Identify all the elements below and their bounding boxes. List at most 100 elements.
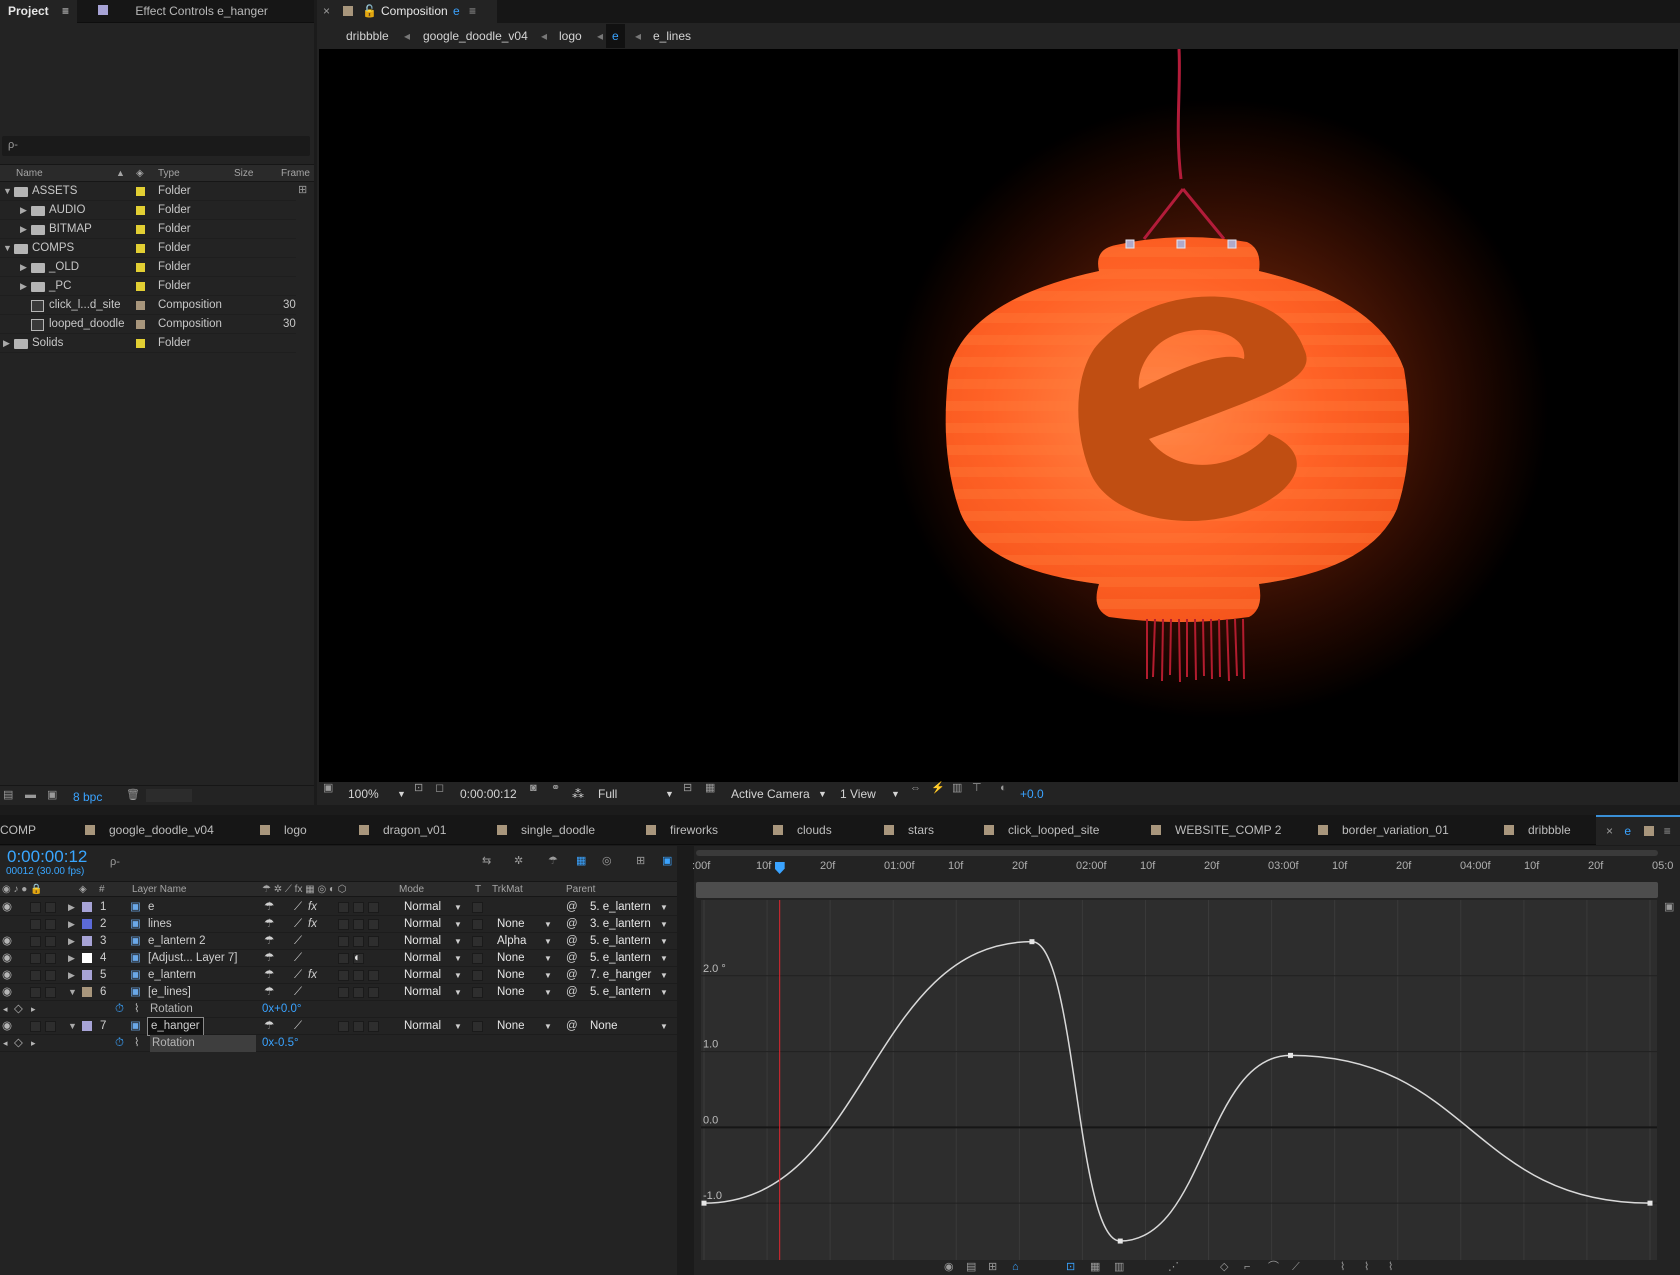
keyframe-icon[interactable]: ◇ (14, 1001, 23, 1018)
graph-keyframe[interactable] (1117, 1238, 1123, 1244)
pick-whip-icon[interactable]: @ (566, 984, 578, 1001)
shy-switch-icon[interactable]: ☂ (264, 1018, 274, 1035)
frame-blend-switch[interactable] (338, 1021, 349, 1032)
label-color-swatch[interactable] (136, 282, 145, 291)
chevron-down-icon[interactable]: ▼ (454, 984, 462, 1001)
blend-mode-select[interactable]: Normal (404, 1018, 441, 1035)
project-item[interactable]: ▶ _PC Folder (0, 277, 296, 296)
chevron-down-icon[interactable]: ▼ (660, 1018, 668, 1035)
chevron-down-icon[interactable]: ▼ (544, 967, 552, 984)
preserve-transparency-toggle[interactable] (472, 936, 483, 947)
disclosure-closed-icon[interactable]: ▶ (20, 220, 27, 239)
layer-label-swatch[interactable] (82, 953, 92, 963)
timeline-tab[interactable]: dribbble (1504, 815, 1571, 845)
chevron-down-icon[interactable]: ▼ (544, 984, 552, 1001)
column-layer-name[interactable]: Layer Name (132, 884, 186, 895)
motion-blur-switch[interactable] (353, 1021, 364, 1032)
3d-layer-switch[interactable] (368, 936, 379, 947)
layer-label-swatch[interactable] (82, 987, 92, 997)
3d-layer-switch[interactable] (368, 919, 379, 930)
chevron-down-icon[interactable]: ▼ (660, 916, 668, 933)
disclosure-closed-icon[interactable]: ▶ (68, 933, 75, 950)
preserve-transparency-toggle[interactable] (472, 987, 483, 998)
project-item[interactable]: ▶ AUDIO Folder (0, 201, 296, 220)
mask-toggle-icon[interactable]: ◻ (435, 783, 444, 794)
disclosure-closed-icon[interactable]: ▶ (20, 277, 27, 296)
chevron-down-icon[interactable]: ▼ (454, 1018, 462, 1035)
disclosure-closed-icon[interactable]: ▶ (20, 201, 27, 220)
graph-type-icon[interactable]: ▣ (1664, 902, 1674, 913)
rotation-value-curve[interactable] (703, 940, 1651, 1242)
separate-dimensions-icon[interactable]: ⋰ (1168, 1262, 1179, 1273)
pick-whip-icon[interactable]: @ (566, 967, 578, 984)
panel-menu-icon[interactable]: ≡ (469, 0, 476, 23)
parent-select[interactable]: 5. e_lantern (590, 933, 651, 950)
layer-name[interactable]: e_lantern 2 (148, 933, 206, 950)
chevron-down-icon[interactable]: ▼ (454, 933, 462, 950)
lock-toggle[interactable] (45, 1021, 56, 1032)
timeline-tab[interactable]: border_variation_01 (1318, 815, 1449, 845)
chevron-down-icon[interactable]: ▼ (544, 1018, 552, 1035)
label-color-swatch[interactable] (136, 244, 145, 253)
channel-icon[interactable]: ⁂ (572, 783, 584, 805)
pick-whip-icon[interactable]: @ (566, 1018, 578, 1035)
always-preview-icon[interactable]: ▣ (323, 783, 333, 794)
next-keyframe-icon[interactable]: ▸ (31, 1001, 36, 1018)
eye-icon[interactable]: ◉ (2, 950, 12, 967)
column-frame[interactable]: Frame (281, 168, 310, 179)
graph-keyframe[interactable] (701, 1200, 707, 1206)
next-keyframe-icon[interactable]: ▸ (31, 1035, 36, 1052)
track-matte-select[interactable]: Alpha (497, 933, 526, 950)
breadcrumb-item[interactable]: google_doodle_v04 (423, 24, 528, 48)
preserve-transparency-toggle[interactable] (472, 902, 483, 913)
timeline-tab[interactable]: dragon_v01 (359, 815, 446, 845)
toggle-pixel-aspect-icon[interactable]: ⇔ (910, 783, 921, 794)
layer-label-swatch[interactable] (82, 1021, 92, 1031)
blend-mode-select[interactable]: Normal (404, 967, 441, 984)
property-value[interactable]: 0x-0.5° (262, 1035, 299, 1052)
chevron-down-icon[interactable]: ▼ (665, 783, 674, 805)
project-item[interactable]: ▶ Solids Folder (0, 334, 296, 353)
effects-switch-icon[interactable]: fx (308, 967, 317, 984)
timeline-tab[interactable]: fireworks (646, 815, 718, 845)
blend-mode-select[interactable]: Normal (404, 950, 441, 967)
graph-toggle-icon[interactable]: ⌇ (134, 1001, 140, 1018)
graph-keyframe[interactable] (1029, 939, 1035, 945)
column-name[interactable]: Name (16, 168, 43, 179)
close-icon[interactable]: × (323, 0, 330, 23)
timeline-tab[interactable]: WEBSITE_COMP 2 (1151, 815, 1281, 845)
shy-switch-icon[interactable]: ☂ (264, 984, 274, 1001)
disclosure-closed-icon[interactable]: ▶ (68, 916, 75, 933)
lock-icon[interactable]: 🔓 (362, 0, 377, 23)
adjustment-layer-icon[interactable]: ◐ (354, 950, 361, 967)
brainstorm-icon[interactable]: ⊞ (636, 856, 645, 867)
chevron-down-icon[interactable]: ▼ (544, 916, 552, 933)
layer-name[interactable]: e_hanger (147, 1017, 204, 1036)
chevron-down-icon[interactable]: ▼ (454, 950, 462, 967)
chevron-down-icon[interactable]: ▼ (660, 950, 668, 967)
chevron-down-icon[interactable]: ▼ (397, 783, 406, 805)
effects-switch-icon[interactable]: fx (308, 916, 317, 933)
shy-switch-icon[interactable]: ☂ (264, 899, 274, 916)
lock-toggle[interactable] (45, 919, 56, 930)
fit-selection-icon[interactable]: ▦ (1090, 1262, 1100, 1273)
3d-layer-switch[interactable] (368, 1021, 379, 1032)
eye-icon[interactable]: ◉ (944, 1262, 954, 1273)
solo-toggle[interactable] (30, 919, 41, 930)
project-item[interactable]: ▶ _OLD Folder (0, 258, 296, 277)
chevron-down-icon[interactable]: ▼ (454, 967, 462, 984)
parent-select[interactable]: 7. e_hanger (590, 967, 651, 984)
safe-zones-icon[interactable]: ⊡ (414, 783, 423, 794)
chevron-down-icon[interactable]: ▼ (660, 967, 668, 984)
resolution-select[interactable]: Full (598, 783, 617, 805)
layer-label-swatch[interactable] (82, 970, 92, 980)
quality-switch-icon[interactable]: ⟋ (294, 950, 302, 967)
frame-blend-switch[interactable] (338, 987, 349, 998)
layer-label-swatch[interactable] (82, 919, 92, 929)
snapshot-icon[interactable]: ◙ (530, 783, 537, 794)
parent-select[interactable]: 5. e_lantern (590, 984, 651, 1001)
solo-toggle[interactable] (30, 953, 41, 964)
current-time-indicator[interactable] (774, 862, 785, 874)
label-color-swatch[interactable] (136, 301, 145, 310)
solo-toggle[interactable] (30, 902, 41, 913)
